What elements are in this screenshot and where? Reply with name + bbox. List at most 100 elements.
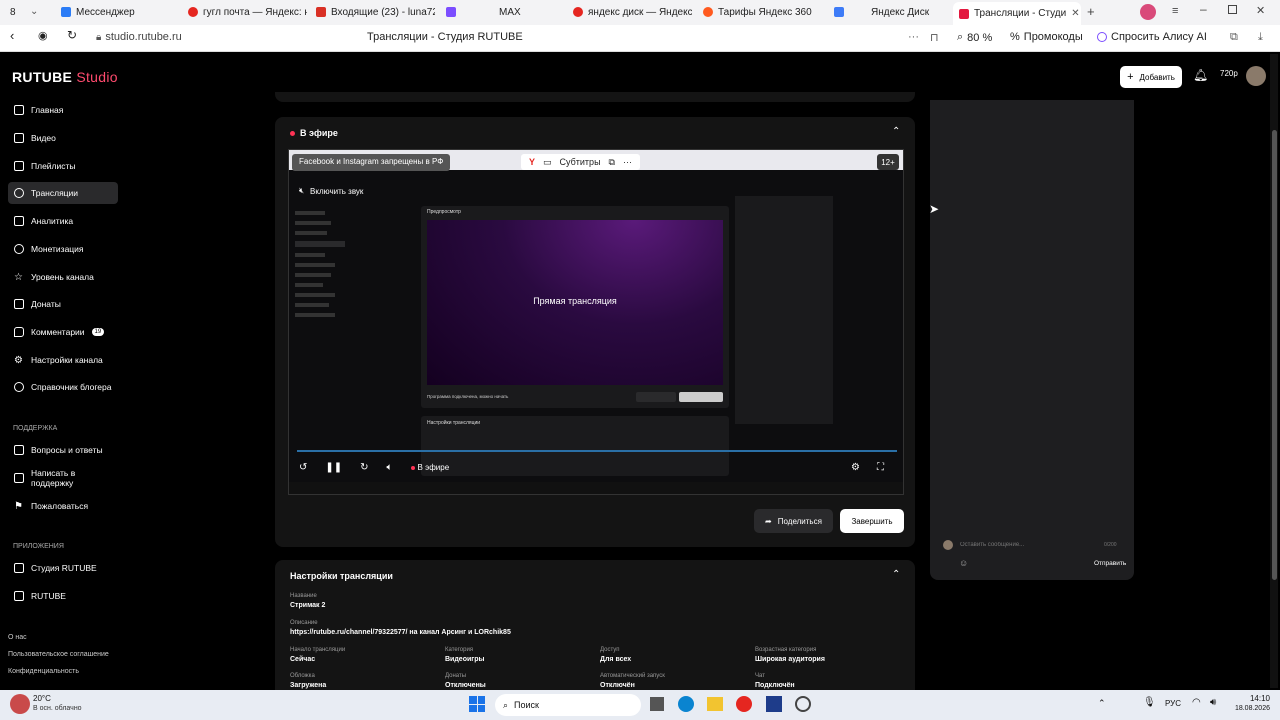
yandex-browser-icon[interactable] — [736, 696, 752, 712]
fullscreen-icon[interactable]: ⛶ — [877, 462, 884, 473]
sidebar-item-video[interactable]: Видео — [8, 127, 118, 149]
profile-avatar-icon[interactable] — [1140, 4, 1156, 20]
sidebar-item-home[interactable]: Главная — [8, 99, 118, 121]
close-tab-icon[interactable]: ✕ — [1071, 8, 1079, 19]
sidebar-item-contact-support[interactable]: Написать в поддержку — [8, 467, 118, 489]
zoom-control[interactable]: ⌕ 80 % — [957, 31, 992, 44]
browser-tab-gmail[interactable]: Входящие (23) - luna729 — [310, 3, 435, 21]
weather-icon[interactable] — [10, 694, 30, 714]
sidebar-item-monetization[interactable]: Монетизация — [8, 238, 118, 260]
quality-indicator[interactable]: 720p — [1220, 69, 1238, 78]
subtitles-toolbar[interactable]: Y ▭ Субтитры ⧉ ··· — [521, 154, 640, 170]
emoji-smile-icon[interactable]: ☺ — [959, 558, 968, 568]
add-button[interactable]: + Добавить — [1120, 66, 1182, 88]
sidebar-item-streams[interactable]: Трансляции — [8, 182, 118, 204]
page-scrollbar[interactable] — [1270, 54, 1278, 688]
skip-forward-icon[interactable]: ↻ — [360, 462, 368, 473]
flag-icon: ⚑ — [14, 500, 23, 512]
footer-terms-link[interactable]: Пользовательское соглашение — [8, 651, 109, 658]
sidebar-item-playlists[interactable]: Плейлисты — [8, 155, 118, 177]
yandex-home-icon[interactable]: ◉ — [38, 29, 48, 42]
volume-icon[interactable]: 🔊︎ — [1210, 697, 1216, 708]
stream-inner-preview-panel: Предпросмотр Прямая трансляция Программа… — [421, 206, 729, 408]
user-avatar[interactable] — [1246, 66, 1266, 86]
close-window-icon[interactable]: ✕ — [1256, 4, 1265, 17]
browser-tab-yandex-disk-search[interactable]: яндекс диск — Яндекс: н — [567, 3, 692, 21]
back-arrow-icon[interactable]: ‹ — [10, 28, 14, 43]
live-chat-panel: 0/200 ☺ Отправить — [930, 100, 1134, 580]
player-progress-bar[interactable] — [297, 450, 897, 452]
maximize-window-icon[interactable] — [1228, 5, 1237, 14]
restriction-banner: Facebook и Instagram запрещены в РФ — [292, 154, 451, 171]
clock-time[interactable]: 14:10 — [1228, 694, 1270, 703]
promo-button[interactable]: % Промокоды — [1010, 31, 1083, 43]
sidebar-item-donations[interactable]: Донаты — [8, 293, 118, 315]
sidebar-item-blogger-guide[interactable]: Справочник блогера — [8, 376, 118, 398]
browser-tab-streams-active[interactable]: Трансляции - Студи ✕ — [953, 2, 1081, 25]
more-dots-icon[interactable]: ··· — [908, 31, 919, 43]
logo-main: RUTUBE — [12, 69, 73, 85]
footer-about-link[interactable]: О нас — [8, 634, 27, 641]
sidebar-item-label: Видео — [31, 133, 56, 143]
sidebar-item-analytics[interactable]: Аналитика — [8, 210, 118, 232]
browser-tab-yandex-disk[interactable]: Яндекс Диск — [828, 3, 953, 21]
language-indicator[interactable]: РУС — [1165, 699, 1181, 708]
chat-send-button[interactable]: Отправить — [1094, 560, 1126, 567]
share-button[interactable]: ➦ Поделиться — [754, 509, 833, 533]
url-field[interactable]: 🔒︎ studio.rutube.ru — [96, 31, 182, 43]
sidebar-item-studio-app[interactable]: Студия RUTUBE — [8, 557, 118, 579]
tab-counter[interactable]: 8 — [4, 3, 24, 21]
sidebar-item-channel-settings[interactable]: ⚙︎ Настройки канала — [8, 349, 118, 371]
new-tab-plus-icon[interactable]: + — [1087, 4, 1095, 19]
sidebar-item-rutube-app[interactable]: RUTUBE — [8, 585, 118, 607]
minimize-window-icon[interactable]: – — [1200, 2, 1207, 16]
collapse-chevron-icon[interactable]: ⌃ — [892, 126, 900, 137]
alice-button[interactable]: Спросить Алису AI — [1097, 31, 1207, 43]
donations-label: Донаты — [445, 673, 467, 679]
player-settings-gear-icon[interactable]: ⚙︎ — [851, 462, 860, 473]
bookmark-icon[interactable]: ⊓ — [930, 31, 939, 44]
wifi-icon[interactable]: ◠ — [1192, 697, 1201, 708]
finish-stream-button[interactable]: Завершить — [840, 509, 904, 533]
taskbar-search-label: Поиск — [514, 700, 539, 710]
tab-label: Входящие (23) - luna729 — [331, 6, 435, 18]
tab-label: гугл почта — Яндекс: на — [203, 6, 307, 18]
windows-start-icon[interactable] — [469, 696, 485, 712]
sidebar-item-comments[interactable]: Комментарии 19 — [8, 321, 118, 343]
muted-speaker-icon: 🔇︎ — [299, 186, 305, 195]
download-icon[interactable]: ⤓ — [1258, 31, 1263, 44]
sidebar-item-report[interactable]: ⚑ Пожаловаться — [8, 495, 118, 517]
info-icon — [14, 382, 24, 392]
file-explorer-icon[interactable] — [707, 697, 723, 711]
page-scrollbar-thumb[interactable] — [1272, 130, 1277, 580]
reload-icon[interactable]: ↻ — [67, 28, 77, 42]
browser-tab-max[interactable]: MAX — [440, 3, 560, 21]
pause-icon[interactable]: ❚❚ — [325, 462, 342, 473]
notification-bell-icon[interactable]: 🔔︎ — [1193, 68, 1208, 82]
extensions-icon[interactable]: ⧉ — [1230, 31, 1238, 44]
browser-menu-icon[interactable]: ≡ — [1172, 5, 1178, 17]
obs-icon[interactable] — [795, 696, 811, 712]
browser-tab-yandex-360[interactable]: Тарифы Яндекс 360 — [697, 3, 822, 21]
tab-menu-chevron-icon[interactable]: ⌄ — [30, 6, 38, 17]
sidebar-item-channel-level[interactable]: ☆ Уровень канала — [8, 266, 118, 288]
browser-tab-google-mail-search[interactable]: гугл почта — Яндекс: на — [182, 3, 307, 21]
comments-count-badge: 19 — [91, 328, 105, 336]
edge-browser-icon[interactable] — [678, 696, 694, 712]
video-player[interactable]: Facebook и Instagram запрещены в РФ Y ▭ … — [288, 149, 904, 495]
unmute-button[interactable]: 🔇︎ Включить звук — [299, 186, 363, 196]
volume-muted-icon[interactable]: 🔈︎ — [387, 462, 393, 473]
taskbar-search[interactable]: ⌕ Поиск — [495, 694, 641, 716]
microphone-icon[interactable]: 🎙︎ — [1143, 697, 1156, 708]
tray-chevron-icon[interactable]: ⌃ — [1098, 698, 1106, 709]
clock-date[interactable]: 18.08.2026 — [1228, 705, 1270, 712]
footer-privacy-link[interactable]: Конфиденциальность — [8, 668, 79, 675]
app-icon[interactable] — [766, 696, 782, 712]
rutube-studio-logo[interactable]: RUTUBE Studio — [12, 69, 118, 85]
chat-message-input[interactable] — [960, 538, 1100, 552]
skip-back-icon[interactable]: ↺ — [299, 462, 307, 473]
task-view-icon[interactable] — [650, 697, 664, 711]
browser-tab-messenger[interactable]: Мессенджер — [55, 3, 180, 21]
sidebar-item-faq[interactable]: Вопросы и ответы — [8, 439, 118, 461]
settings-collapse-chevron-icon[interactable]: ⌃ — [892, 569, 900, 580]
